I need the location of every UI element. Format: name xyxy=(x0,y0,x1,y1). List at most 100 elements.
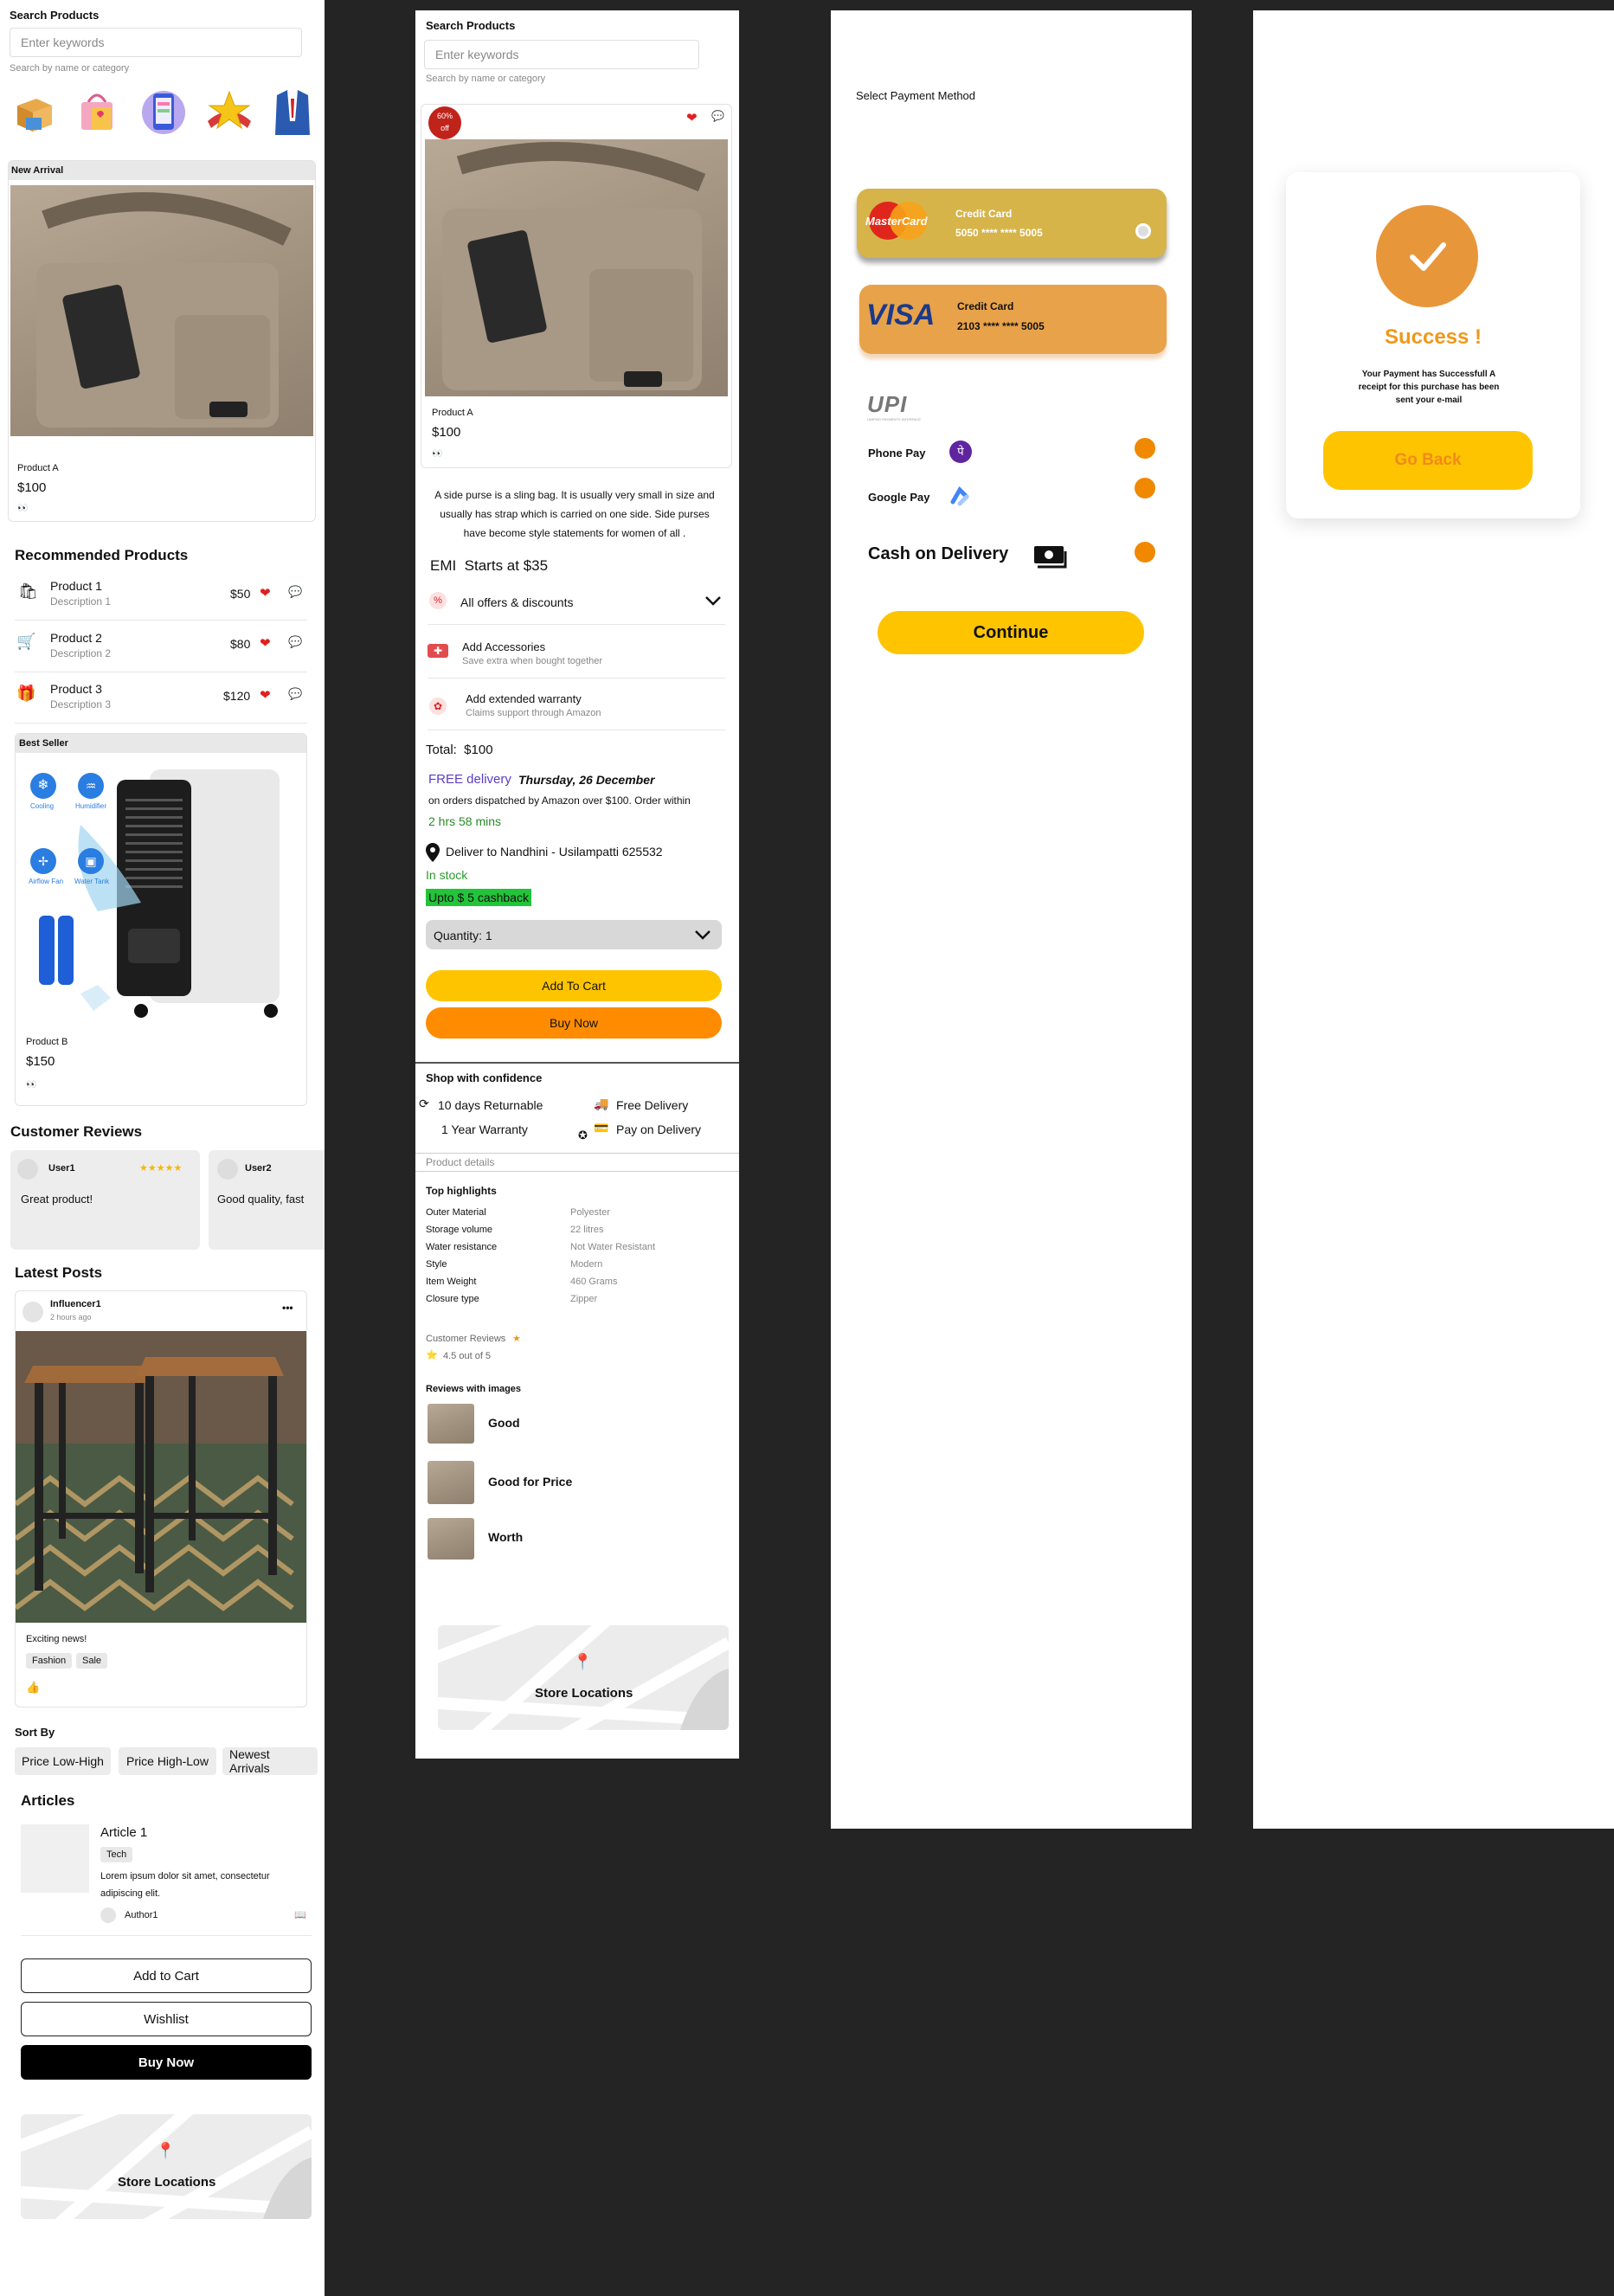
comment-icon[interactable]: 💬 xyxy=(288,585,302,599)
accessories-row[interactable]: ✚ Add Accessories Save extra when bought… xyxy=(428,627,725,679)
product-name: Product B xyxy=(26,1037,68,1047)
review-thumbnail[interactable] xyxy=(428,1404,474,1444)
post-image xyxy=(16,1331,306,1623)
mastercard-logo: MasterCard xyxy=(864,199,933,242)
card-radio[interactable] xyxy=(1135,223,1151,239)
google-pay-label: Google Pay xyxy=(868,491,930,504)
post-card[interactable]: Influencer1 2 hours ago ••• Exciting new… xyxy=(15,1290,307,1708)
success-dialog: Success ! Your Payment has Successfull A… xyxy=(1286,172,1580,518)
quantity-label: Quantity: 1 xyxy=(434,929,492,942)
item-name: Product 1 xyxy=(50,579,102,593)
product-name: Product A xyxy=(432,408,473,418)
review-thumbnail[interactable] xyxy=(428,1518,474,1560)
star-badge-icon[interactable] xyxy=(204,87,254,135)
delivery-countdown: 2 hrs 58 mins xyxy=(428,814,502,828)
comment-icon[interactable]: 💬 xyxy=(288,635,302,649)
accessories-sub: Save extra when bought together xyxy=(462,656,603,666)
delivery-note: on orders dispatched by Amazon over $100… xyxy=(428,794,691,807)
heart-icon[interactable]: ❤ xyxy=(686,110,698,125)
item-desc: Description 3 xyxy=(50,698,112,711)
post-tag[interactable]: Sale xyxy=(76,1653,108,1669)
humidifier-icon: ♒ xyxy=(78,773,104,799)
free-delivery-label: FREE delivery xyxy=(428,772,511,787)
sort-price-high-low[interactable]: Price High-Low xyxy=(119,1747,216,1775)
post-tag[interactable]: Fashion xyxy=(26,1653,73,1669)
google-pay-radio[interactable] xyxy=(1135,478,1155,498)
review-text: Good quality, fast xyxy=(217,1193,305,1206)
returnable-label: 10 days Returnable xyxy=(438,1098,543,1112)
phone-pay-radio[interactable] xyxy=(1135,438,1155,459)
stock-status: In stock xyxy=(426,868,468,882)
phone-icon[interactable] xyxy=(140,87,187,135)
google-pay-icon xyxy=(949,486,970,507)
review-user: User2 xyxy=(245,1163,272,1174)
feature-label: Cooling xyxy=(30,802,55,810)
emi-label: EMI Starts at $35 xyxy=(430,557,549,574)
cashback-badge: Upto $ 5 cashback xyxy=(426,889,531,906)
location-pin-icon xyxy=(426,843,440,866)
sort-newest[interactable]: Newest Arrivals xyxy=(222,1747,318,1775)
add-to-cart-button[interactable]: Add To Cart xyxy=(426,970,722,1001)
book-icon[interactable]: 📖 xyxy=(294,1909,306,1920)
article-body: Lorem ipsum dolor sit amet, consectetur … xyxy=(100,1871,270,1899)
offers-row[interactable]: % All offers & discounts xyxy=(428,582,725,625)
go-back-button[interactable]: Go Back xyxy=(1323,431,1533,490)
star-icon: ★ xyxy=(512,1334,521,1344)
new-arrival-card[interactable]: New Arrival Product A $100 👀 xyxy=(8,160,316,522)
buy-now-button[interactable]: Buy Now xyxy=(426,1007,722,1039)
award-icon: ✪ xyxy=(578,1129,588,1142)
heart-icon[interactable]: ❤ xyxy=(260,635,271,651)
search-title: Search Products xyxy=(10,9,100,22)
box-icon[interactable] xyxy=(10,88,55,133)
tab-product-details[interactable]: Product details xyxy=(415,1153,739,1172)
avatar xyxy=(23,1302,43,1322)
article-title[interactable]: Article 1 xyxy=(100,1825,147,1840)
review-card: User1 ★★★★★ Great product! xyxy=(10,1150,200,1250)
card-type: Credit Card xyxy=(955,208,1013,220)
product-description: A side purse is a sling bag. It is usual… xyxy=(434,489,715,539)
search-input[interactable]: Enter keywords xyxy=(10,28,302,57)
list-item[interactable]: 🛍 Product 1 Description 1 $50 ❤ 💬 xyxy=(15,571,307,621)
heart-icon[interactable]: ❤ xyxy=(260,687,271,703)
deliver-to-label[interactable]: Deliver to Nandhini - Usilampatti 625532 xyxy=(446,845,663,859)
more-menu-icon[interactable]: ••• xyxy=(282,1302,293,1314)
visa-card[interactable]: VISA Credit Card 2103 **** **** 5005 xyxy=(859,285,1167,354)
add-to-cart-button[interactable]: Add to Cart xyxy=(21,1958,312,1993)
best-seller-card[interactable]: Best Seller ❄ Cooling ♒ Humidifier ✢ Air… xyxy=(15,733,307,1106)
rating-icon: ⭐ xyxy=(426,1350,438,1360)
store-locations-map[interactable]: 📍 Store Locations xyxy=(438,1625,729,1730)
shopping-bag-icon[interactable] xyxy=(74,87,119,133)
comment-icon[interactable]: 💬 xyxy=(288,687,302,701)
comment-icon[interactable]: 💬 xyxy=(711,110,724,122)
store-locations-map[interactable]: 📍 Store Locations xyxy=(21,2114,312,2219)
sort-price-low-high[interactable]: Price Low-High xyxy=(15,1747,111,1775)
mastercard-card[interactable]: MasterCard Credit Card 5050 **** **** 50… xyxy=(857,189,1167,258)
item-price: $50 xyxy=(230,587,251,601)
cod-radio[interactable] xyxy=(1135,542,1155,563)
chevron-down-icon[interactable] xyxy=(704,595,722,608)
wishlist-button[interactable]: Wishlist xyxy=(21,2002,312,2036)
quantity-select[interactable]: Quantity: 1 xyxy=(426,920,722,949)
thumbs-up-icon[interactable]: 👍 xyxy=(26,1681,40,1695)
store-locations-label: Store Locations xyxy=(535,1686,633,1701)
product-price: $100 xyxy=(432,425,461,440)
list-item[interactable]: 🛒 Product 2 Description 2 $80 ❤ 💬 xyxy=(15,621,307,672)
pay-on-delivery-label: Pay on Delivery xyxy=(616,1122,702,1136)
review-text: Great product! xyxy=(21,1193,93,1206)
feature-label: Humidifier xyxy=(75,802,107,810)
buy-now-button[interactable]: Buy Now xyxy=(21,2045,312,2080)
warranty-row[interactable]: ✿ Add extended warranty Claims support t… xyxy=(428,680,725,730)
product-card[interactable]: 60% off ❤ 💬 Product A $100 👀 xyxy=(421,104,732,468)
continue-button[interactable]: Continue xyxy=(878,611,1144,654)
list-item[interactable]: 🎁 Product 3 Description 3 $120 ❤ 💬 xyxy=(15,673,307,724)
cart-icon: 🛒 xyxy=(16,633,36,650)
search-input[interactable]: Enter keywords xyxy=(424,40,699,69)
accessories-icon: ✚ xyxy=(428,644,448,658)
highlights-table: Outer Material Polyester Storage volume 22… xyxy=(426,1207,656,1304)
review-thumbnail[interactable] xyxy=(428,1461,474,1504)
item-desc: Description 2 xyxy=(50,647,112,659)
review-stars: ★★★★★ xyxy=(139,1163,183,1174)
sort-title: Sort By xyxy=(15,1726,55,1739)
suit-icon[interactable] xyxy=(272,87,313,137)
heart-icon[interactable]: ❤ xyxy=(260,585,271,601)
